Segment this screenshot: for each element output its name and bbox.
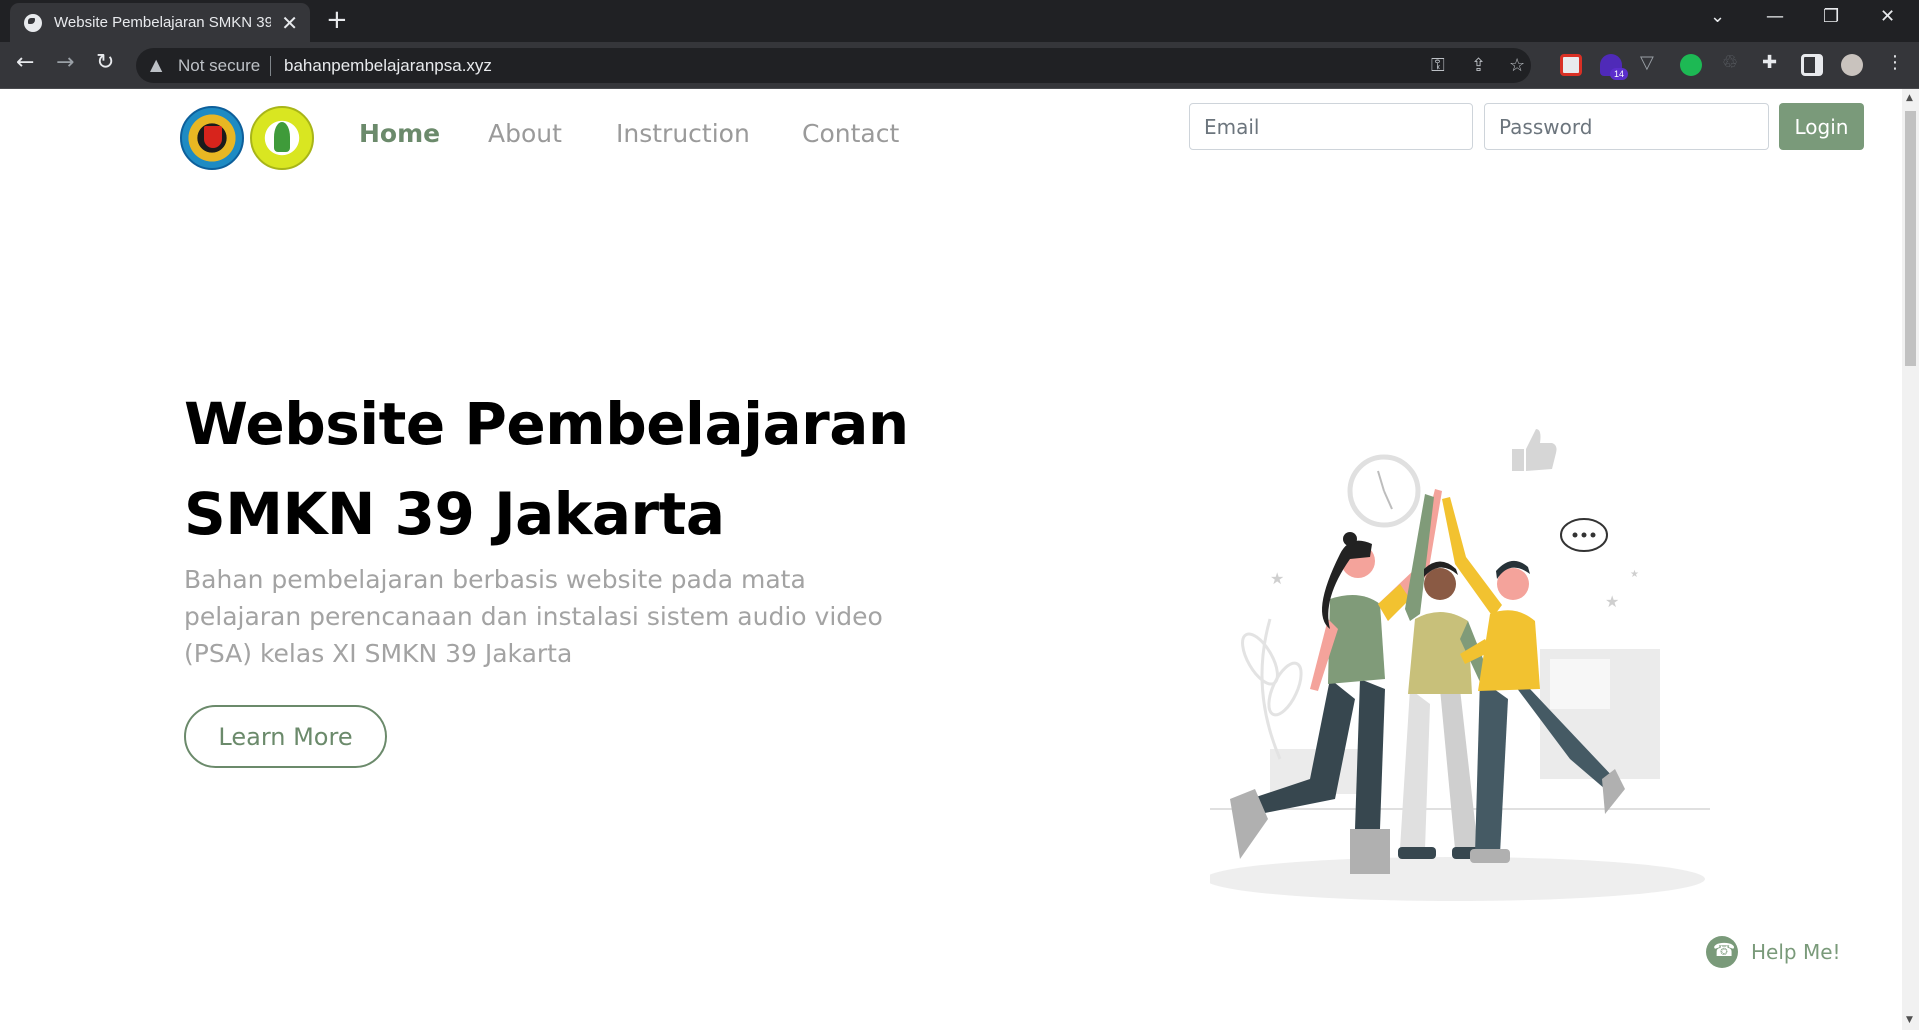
browser-tab[interactable]: Website Pembelajaran SMKN 39 ✕ xyxy=(10,3,310,42)
close-window-button[interactable]: ✕ xyxy=(1880,8,1895,26)
school-logo-icon[interactable] xyxy=(180,106,244,170)
hero-title-line1: Website Pembelajaran xyxy=(184,390,909,458)
scrollbar-thumb[interactable] xyxy=(1905,111,1916,366)
nav-contact[interactable]: Contact xyxy=(802,119,899,148)
share-icon[interactable]: ⇪ xyxy=(1471,55,1486,76)
browser-toolbar: ← → ↻ ▲ Not secure bahanpembelajaranpsa.… xyxy=(0,42,1919,89)
help-widget[interactable]: Help Me! xyxy=(1706,936,1841,968)
password-field[interactable] xyxy=(1484,103,1769,150)
restore-button[interactable]: ❐ xyxy=(1823,8,1839,26)
extension-badge: 14 xyxy=(1610,68,1629,80)
eye-extension-icon[interactable] xyxy=(1680,54,1702,76)
forward-icon[interactable]: → xyxy=(56,52,74,74)
phone-icon[interactable] xyxy=(1706,936,1738,968)
hero-description: Bahan pembelajaran berbasis website pada… xyxy=(184,565,883,668)
tab-close-icon[interactable]: ✕ xyxy=(281,13,298,33)
web-page: Home About Instruction Contact Login Web… xyxy=(0,89,1902,1030)
tab-search-icon[interactable]: ⌄ xyxy=(1710,8,1725,26)
bookmark-star-icon[interactable]: ☆ xyxy=(1509,55,1525,76)
avatar[interactable] xyxy=(1841,54,1863,76)
url-text[interactable]: bahanpembelajaranpsa.xyz xyxy=(284,56,492,76)
scroll-up-icon[interactable]: ▲ xyxy=(1906,93,1913,103)
email-field[interactable] xyxy=(1189,103,1473,150)
nav-instruction[interactable]: Instruction xyxy=(616,119,750,148)
team-highfive-illustration: ★ ★ ★ xyxy=(1210,429,1710,901)
new-tab-button[interactable]: + xyxy=(326,7,348,33)
pdf-extension-icon[interactable] xyxy=(1560,54,1582,76)
warning-icon[interactable]: ▲ xyxy=(150,55,162,74)
minimize-button[interactable]: — xyxy=(1766,8,1784,26)
svg-text:★: ★ xyxy=(1605,592,1619,611)
reload-icon[interactable]: ↻ xyxy=(96,52,114,74)
learn-more-button[interactable]: Learn More xyxy=(184,705,387,768)
puzzle-icon[interactable]: ✚ xyxy=(1762,52,1777,73)
browser-tabstrip: Website Pembelajaran SMKN 39 ✕ + ⌄ — ❐ ✕ xyxy=(0,0,1919,42)
side-panel-icon[interactable] xyxy=(1801,54,1823,76)
help-label[interactable]: Help Me! xyxy=(1751,940,1841,964)
scroll-down-icon[interactable]: ▼ xyxy=(1906,1015,1913,1025)
more-menu-icon[interactable]: ⋮ xyxy=(1886,52,1904,73)
page-scrollbar[interactable]: ▲ ▼ xyxy=(1902,89,1919,1030)
nav-about[interactable]: About xyxy=(488,119,562,148)
security-status[interactable]: Not secure xyxy=(178,56,260,76)
hero-title: Website Pembelajaran SMKN 39 Jakarta xyxy=(184,379,984,559)
hero-title-line2: SMKN 39 Jakarta xyxy=(184,480,725,548)
address-bar[interactable]: ▲ Not secure bahanpembelajaranpsa.xyz ⚿ … xyxy=(136,48,1531,83)
tab-title: Website Pembelajaran SMKN 39 xyxy=(54,14,272,31)
vue-devtools-icon[interactable]: ▽ xyxy=(1640,52,1654,73)
globe-icon xyxy=(24,13,42,32)
key-icon[interactable]: ⚿ xyxy=(1431,55,1445,76)
svg-text:★: ★ xyxy=(1630,569,1639,580)
login-button[interactable]: Login xyxy=(1779,103,1864,150)
back-icon[interactable]: ← xyxy=(16,52,34,74)
recycle-extension-icon[interactable]: ♲ xyxy=(1722,52,1738,73)
svg-text:★: ★ xyxy=(1270,569,1284,588)
ministry-logo-icon[interactable] xyxy=(250,106,314,170)
nav-home[interactable]: Home xyxy=(359,119,440,148)
omnibox-divider xyxy=(270,56,271,76)
